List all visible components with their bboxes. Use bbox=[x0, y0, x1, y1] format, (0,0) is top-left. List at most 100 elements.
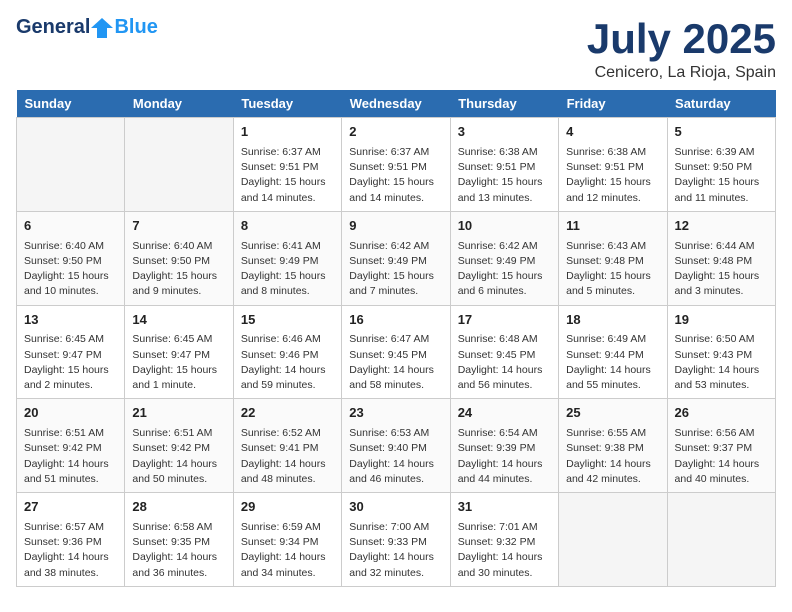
calendar-cell: 31 Sunrise: 7:01 AM Sunset: 9:32 PM Dayli… bbox=[450, 493, 558, 587]
calendar-week-2: 6 Sunrise: 6:40 AM Sunset: 9:50 PM Daylig… bbox=[17, 211, 776, 305]
calendar-cell: 1 Sunrise: 6:37 AM Sunset: 9:51 PM Daylig… bbox=[233, 118, 341, 212]
day-number: 22 bbox=[241, 404, 334, 423]
day-info: Sunrise: 6:42 AM Sunset: 9:49 PM Dayligh… bbox=[458, 239, 551, 300]
day-number: 27 bbox=[24, 498, 117, 517]
calendar-week-1: 1 Sunrise: 6:37 AM Sunset: 9:51 PM Daylig… bbox=[17, 118, 776, 212]
day-number: 13 bbox=[24, 311, 117, 330]
day-number: 18 bbox=[566, 311, 659, 330]
calendar-cell: 26 Sunrise: 6:56 AM Sunset: 9:37 PM Dayli… bbox=[667, 399, 775, 493]
calendar-cell: 24 Sunrise: 6:54 AM Sunset: 9:39 PM Dayli… bbox=[450, 399, 558, 493]
day-info: Sunrise: 6:39 AM Sunset: 9:50 PM Dayligh… bbox=[675, 145, 768, 206]
calendar-cell: 25 Sunrise: 6:55 AM Sunset: 9:38 PM Dayli… bbox=[559, 399, 667, 493]
calendar-cell: 9Sunrise: 6:42 AM Sunset: 9:49 PM Daylig… bbox=[342, 211, 450, 305]
calendar-cell: 14 Sunrise: 6:45 AM Sunset: 9:47 PM Dayli… bbox=[125, 305, 233, 399]
calendar-cell: 11 Sunrise: 6:43 AM Sunset: 9:48 PM Dayli… bbox=[559, 211, 667, 305]
day-number: 10 bbox=[458, 217, 551, 236]
day-info: Sunrise: 6:55 AM Sunset: 9:38 PM Dayligh… bbox=[566, 426, 659, 487]
calendar-cell: 7 Sunrise: 6:40 AM Sunset: 9:50 PM Daylig… bbox=[125, 211, 233, 305]
logo-blue: Blue bbox=[114, 16, 157, 39]
calendar-cell: 5 Sunrise: 6:39 AM Sunset: 9:50 PM Daylig… bbox=[667, 118, 775, 212]
calendar-week-3: 13 Sunrise: 6:45 AM Sunset: 9:47 PM Dayli… bbox=[17, 305, 776, 399]
day-info: Sunrise: 6:51 AM Sunset: 9:42 PM Dayligh… bbox=[24, 426, 117, 487]
day-info: Sunrise: 6:37 AM Sunset: 9:51 PM Dayligh… bbox=[349, 145, 442, 206]
day-info: Sunrise: 6:46 AM Sunset: 9:46 PM Dayligh… bbox=[241, 332, 334, 393]
day-number: 28 bbox=[132, 498, 225, 517]
calendar-cell bbox=[667, 493, 775, 587]
calendar-cell: 2 Sunrise: 6:37 AM Sunset: 9:51 PM Daylig… bbox=[342, 118, 450, 212]
calendar-cell: 8Sunrise: 6:41 AM Sunset: 9:49 PM Daylig… bbox=[233, 211, 341, 305]
day-info: Sunrise: 6:57 AM Sunset: 9:36 PM Dayligh… bbox=[24, 520, 117, 581]
day-number: 29 bbox=[241, 498, 334, 517]
day-info: Sunrise: 6:37 AM Sunset: 9:51 PM Dayligh… bbox=[241, 145, 334, 206]
day-number: 23 bbox=[349, 404, 442, 423]
day-number: 17 bbox=[458, 311, 551, 330]
location: Cenicero, La Rioja, Spain bbox=[587, 64, 776, 82]
day-number: 14 bbox=[132, 311, 225, 330]
day-info: Sunrise: 6:48 AM Sunset: 9:45 PM Dayligh… bbox=[458, 332, 551, 393]
day-info: Sunrise: 6:40 AM Sunset: 9:50 PM Dayligh… bbox=[24, 239, 117, 300]
day-info: Sunrise: 6:44 AM Sunset: 9:48 PM Dayligh… bbox=[675, 239, 768, 300]
day-info: Sunrise: 6:53 AM Sunset: 9:40 PM Dayligh… bbox=[349, 426, 442, 487]
day-number: 7 bbox=[132, 217, 225, 236]
calendar-cell bbox=[17, 118, 125, 212]
page-header: General Blue July 2025 Cenicero, La Rioj… bbox=[16, 16, 776, 82]
day-info: Sunrise: 6:45 AM Sunset: 9:47 PM Dayligh… bbox=[132, 332, 225, 393]
day-info: Sunrise: 6:49 AM Sunset: 9:44 PM Dayligh… bbox=[566, 332, 659, 393]
day-number: 26 bbox=[675, 404, 768, 423]
day-info: Sunrise: 6:43 AM Sunset: 9:48 PM Dayligh… bbox=[566, 239, 659, 300]
day-info: Sunrise: 6:50 AM Sunset: 9:43 PM Dayligh… bbox=[675, 332, 768, 393]
calendar-cell: 17 Sunrise: 6:48 AM Sunset: 9:45 PM Dayli… bbox=[450, 305, 558, 399]
calendar-cell: 27 Sunrise: 6:57 AM Sunset: 9:36 PM Dayli… bbox=[17, 493, 125, 587]
day-number: 15 bbox=[241, 311, 334, 330]
calendar-cell: 30 Sunrise: 7:00 AM Sunset: 9:33 PM Dayli… bbox=[342, 493, 450, 587]
calendar-cell: 23 Sunrise: 6:53 AM Sunset: 9:40 PM Dayli… bbox=[342, 399, 450, 493]
day-number: 2 bbox=[349, 123, 442, 142]
day-number: 30 bbox=[349, 498, 442, 517]
day-number: 19 bbox=[675, 311, 768, 330]
calendar-cell bbox=[125, 118, 233, 212]
day-number: 12 bbox=[675, 217, 768, 236]
calendar-cell: 15 Sunrise: 6:46 AM Sunset: 9:46 PM Dayli… bbox=[233, 305, 341, 399]
calendar-cell: 6 Sunrise: 6:40 AM Sunset: 9:50 PM Daylig… bbox=[17, 211, 125, 305]
day-info: Sunrise: 6:51 AM Sunset: 9:42 PM Dayligh… bbox=[132, 426, 225, 487]
calendar-cell: 29 Sunrise: 6:59 AM Sunset: 9:34 PM Dayli… bbox=[233, 493, 341, 587]
day-number: 3 bbox=[458, 123, 551, 142]
day-info: Sunrise: 6:41 AM Sunset: 9:49 PM Dayligh… bbox=[241, 239, 334, 300]
calendar-week-4: 20 Sunrise: 6:51 AM Sunset: 9:42 PM Dayli… bbox=[17, 399, 776, 493]
day-number: 4 bbox=[566, 123, 659, 142]
day-number: 1 bbox=[241, 123, 334, 142]
day-number: 9 bbox=[349, 217, 442, 236]
day-number: 16 bbox=[349, 311, 442, 330]
day-number: 31 bbox=[458, 498, 551, 517]
day-info: Sunrise: 6:45 AM Sunset: 9:47 PM Dayligh… bbox=[24, 332, 117, 393]
day-info: Sunrise: 6:54 AM Sunset: 9:39 PM Dayligh… bbox=[458, 426, 551, 487]
calendar-cell: 13 Sunrise: 6:45 AM Sunset: 9:47 PM Dayli… bbox=[17, 305, 125, 399]
calendar-cell: 3Sunrise: 6:38 AM Sunset: 9:51 PM Daylig… bbox=[450, 118, 558, 212]
weekday-header-saturday: Saturday bbox=[667, 90, 775, 118]
calendar-cell: 20 Sunrise: 6:51 AM Sunset: 9:42 PM Dayli… bbox=[17, 399, 125, 493]
day-number: 5 bbox=[675, 123, 768, 142]
day-info: Sunrise: 6:40 AM Sunset: 9:50 PM Dayligh… bbox=[132, 239, 225, 300]
day-number: 6 bbox=[24, 217, 117, 236]
logo: General Blue bbox=[16, 16, 158, 39]
weekday-header-row: SundayMondayTuesdayWednesdayThursdayFrid… bbox=[17, 90, 776, 118]
calendar-cell: 16Sunrise: 6:47 AM Sunset: 9:45 PM Dayli… bbox=[342, 305, 450, 399]
calendar-cell: 19 Sunrise: 6:50 AM Sunset: 9:43 PM Dayli… bbox=[667, 305, 775, 399]
calendar-cell: 28 Sunrise: 6:58 AM Sunset: 9:35 PM Dayli… bbox=[125, 493, 233, 587]
calendar-cell: 18 Sunrise: 6:49 AM Sunset: 9:44 PM Dayli… bbox=[559, 305, 667, 399]
day-number: 11 bbox=[566, 217, 659, 236]
day-info: Sunrise: 6:59 AM Sunset: 9:34 PM Dayligh… bbox=[241, 520, 334, 581]
day-info: Sunrise: 7:01 AM Sunset: 9:32 PM Dayligh… bbox=[458, 520, 551, 581]
day-info: Sunrise: 6:52 AM Sunset: 9:41 PM Dayligh… bbox=[241, 426, 334, 487]
day-number: 21 bbox=[132, 404, 225, 423]
day-info: Sunrise: 6:58 AM Sunset: 9:35 PM Dayligh… bbox=[132, 520, 225, 581]
day-number: 24 bbox=[458, 404, 551, 423]
day-info: Sunrise: 6:56 AM Sunset: 9:37 PM Dayligh… bbox=[675, 426, 768, 487]
weekday-header-tuesday: Tuesday bbox=[233, 90, 341, 118]
weekday-header-sunday: Sunday bbox=[17, 90, 125, 118]
day-info: Sunrise: 7:00 AM Sunset: 9:33 PM Dayligh… bbox=[349, 520, 442, 581]
day-number: 20 bbox=[24, 404, 117, 423]
day-number: 25 bbox=[566, 404, 659, 423]
calendar-cell: 22 Sunrise: 6:52 AM Sunset: 9:41 PM Dayli… bbox=[233, 399, 341, 493]
logo-icon bbox=[91, 18, 113, 38]
